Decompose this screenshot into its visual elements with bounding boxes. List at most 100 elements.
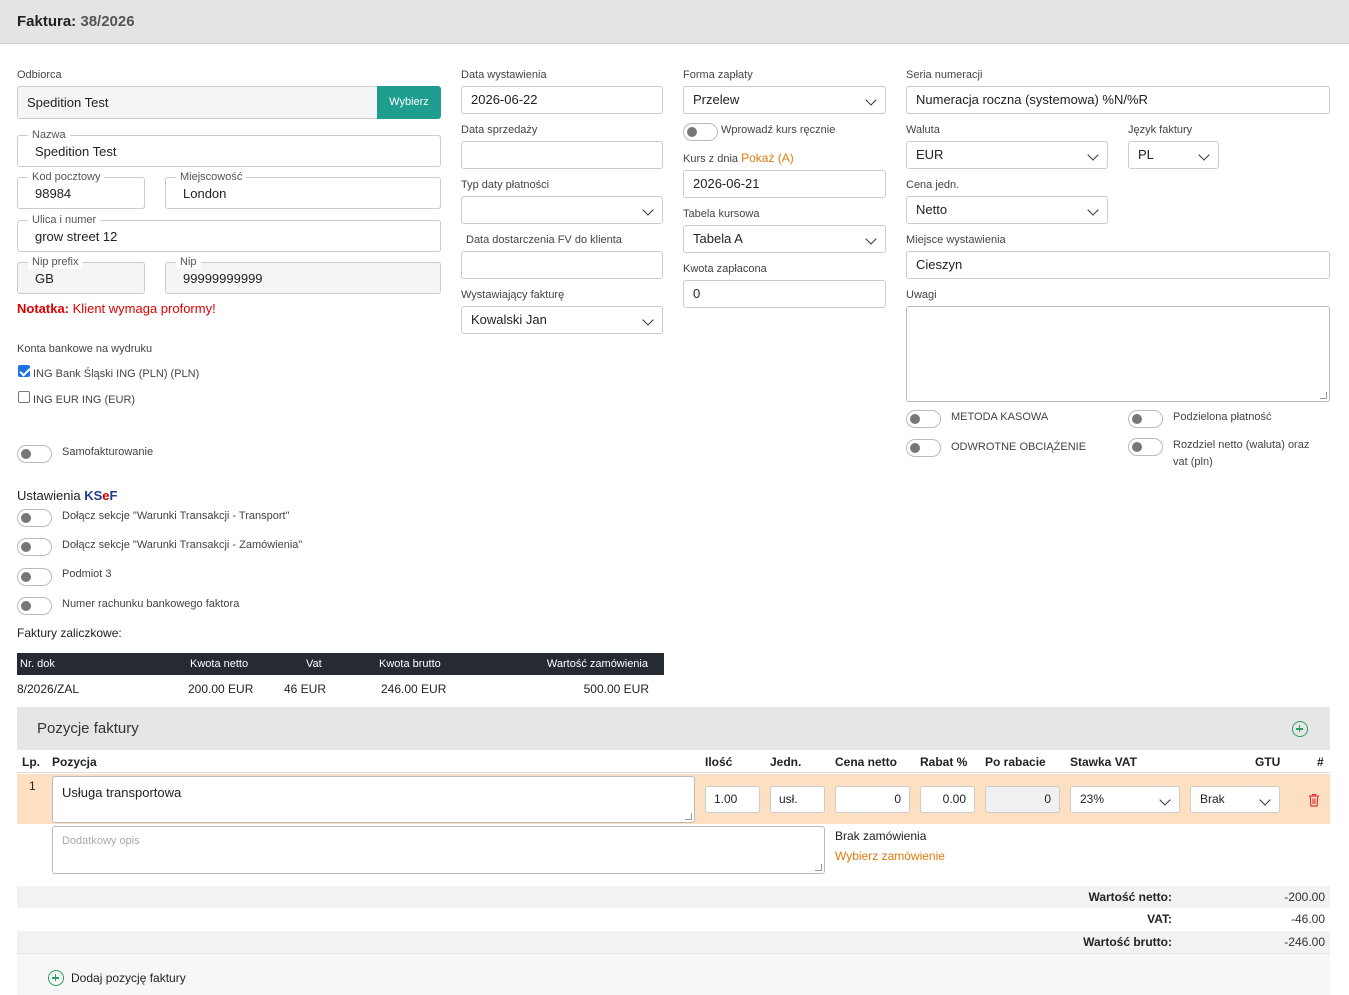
odwrotne-toggle[interactable] (906, 439, 941, 457)
data-dostarczenia-input[interactable] (461, 251, 663, 279)
tabela-kursowa-select[interactable]: Tabela A (683, 225, 886, 253)
nazwa-value: Spedition Test (35, 144, 117, 159)
typ-daty-select[interactable] (461, 196, 663, 224)
zaliczkowe-label: Faktury zaliczkowe: (17, 626, 122, 640)
nazwa-label: Nazwa (28, 128, 70, 142)
wybierz-button[interactable]: Wybierz (377, 86, 441, 119)
konta-checkbox-eur[interactable] (18, 391, 30, 403)
kurs-z-dnia: Kurs z dnia Pokaż (A) (683, 151, 794, 165)
seria-input[interactable]: Numeracja roczna (systemowa) %N/%R (906, 86, 1330, 114)
col-kwota-netto: Kwota netto (190, 658, 249, 670)
metoda-kasowa-toggle[interactable] (906, 410, 941, 428)
page-title: Faktura: 38/2026 (17, 13, 135, 30)
brak-zamowienia: Brak zamówienia (835, 829, 927, 843)
row-lp: 1 (29, 779, 36, 793)
miejsce-input[interactable]: Cieszyn (906, 251, 1330, 279)
kod-pocztowy-field[interactable]: Kod pocztowy 98984 (17, 170, 145, 209)
dodatkowy-opis-placeholder: Dodatkowy opis (62, 835, 140, 847)
typ-daty-label: Typ daty płatności (461, 179, 550, 191)
ksef-transport-toggle[interactable] (17, 509, 52, 527)
nip-field[interactable]: Nip 99999999999 (165, 255, 441, 294)
kwota-zaplacona-label: Kwota zapłacona (683, 263, 767, 275)
pozycje-header: Pozycje faktury (17, 707, 1330, 750)
waluta-label: Waluta (906, 124, 940, 136)
wystawiajacy-select[interactable]: Kowalski Jan (461, 306, 663, 334)
trash-icon[interactable] (1308, 793, 1320, 807)
col-pozycja: Pozycja (52, 755, 97, 769)
forma-zaplaty-select[interactable]: Przelew (683, 86, 886, 114)
pozycje-title: Pozycje faktury (37, 720, 139, 737)
cena-netto-input[interactable]: 0 (835, 786, 910, 813)
total-vat-value: -46.00 (1290, 912, 1325, 926)
rozdziel-toggle[interactable] (1128, 438, 1163, 456)
wystawiajacy-label: Wystawiający fakturę (461, 289, 565, 301)
cell-vat: 46 EUR (284, 682, 327, 696)
total-brutto-value: -246.00 (1284, 935, 1325, 949)
nazwa-field[interactable]: Nazwa Spedition Test (17, 128, 441, 167)
total-netto: Wartość netto: -200.00 (17, 886, 1330, 908)
samofakturowanie-toggle[interactable] (17, 445, 52, 463)
ksef-zamowienia-toggle[interactable] (17, 538, 52, 556)
col-po-rabacie: Po rabacie (985, 755, 1046, 769)
data-wystawienia-label: Data wystawienia (461, 69, 547, 81)
total-vat-label: VAT: (1147, 912, 1172, 926)
ksef-faktor-toggle[interactable] (17, 597, 52, 615)
data-wystawienia-input[interactable]: 2026-06-22 (461, 86, 663, 114)
pozycje-columns: Lp. Pozycja Ilość Jedn. Cena netto Rabat… (17, 751, 1330, 773)
resize-grip-icon (1320, 392, 1327, 399)
col-vat: Vat (306, 658, 322, 670)
total-vat: VAT: -46.00 (17, 908, 1330, 930)
waluta-select[interactable]: EUR (906, 141, 1108, 169)
chevron-down-icon (1259, 794, 1271, 806)
total-netto-label: Wartość netto: (1088, 890, 1172, 904)
pozycja-value: Usługa transportowa (62, 785, 182, 800)
nip-prefix-value: GB (35, 271, 54, 286)
ilosc-input[interactable]: 1.00 (705, 786, 760, 813)
wybierz-zamowienie-link[interactable]: Wybierz zamówienie (835, 849, 945, 863)
add-position-bar: Dodaj pozycję faktury (17, 953, 1330, 995)
ksef-podmiot3-toggle[interactable] (17, 568, 52, 586)
konta-label-eur: ING EUR ING (EUR) (33, 394, 136, 406)
data-sprzedazy-input[interactable] (461, 141, 663, 169)
cell-kwota-netto: 200.00 EUR (188, 682, 254, 696)
add-position-icon[interactable] (1292, 721, 1308, 737)
chevron-down-icon (1087, 149, 1099, 161)
pozycja-textarea[interactable]: Usługa transportowa (52, 776, 695, 823)
cena-jedn-select[interactable]: Netto (906, 196, 1108, 224)
add-icon[interactable] (48, 970, 64, 986)
tabela-kursowa-label: Tabela kursowa (683, 208, 760, 220)
ksef-faktor-label: Numer rachunku bankowego faktora (62, 598, 240, 610)
rozdziel-label-1: Rozdziel netto (waluta) oraz (1173, 439, 1310, 451)
jezyk-select[interactable]: PL (1128, 141, 1219, 169)
chevron-down-icon (1198, 149, 1210, 161)
col-cena-netto: Cena netto (835, 755, 898, 769)
podzielona-toggle[interactable] (1128, 410, 1163, 428)
dodaj-pozycje-button[interactable]: Dodaj pozycję faktury (71, 971, 186, 985)
stawka-vat-select[interactable]: 23% (1070, 786, 1180, 813)
odbiorca-input[interactable]: Spedition Test (17, 86, 379, 119)
dodatkowy-opis-textarea[interactable]: Dodatkowy opis (52, 826, 825, 874)
konta-checkbox-pln[interactable] (18, 365, 30, 377)
seria-label: Seria numeracji (906, 69, 983, 81)
kod-pocztowy-value: 98984 (35, 186, 72, 201)
rabat-input[interactable]: 0.00 (920, 786, 975, 813)
notatka-text: Klient wymaga proformy! (72, 301, 216, 316)
cell-nr-dok: 8/2026/ZAL (17, 682, 80, 696)
uwagi-textarea[interactable] (906, 306, 1330, 402)
kurs-date-input[interactable]: 2026-06-21 (683, 170, 886, 198)
kwota-zaplacona-input[interactable]: 0 (683, 280, 886, 308)
konta-label: Konta bankowe na wydruku (17, 343, 153, 355)
nip-value: 99999999999 (183, 271, 263, 286)
kurs-reczny-toggle[interactable] (683, 123, 718, 141)
gtu-select[interactable]: Brak (1190, 786, 1280, 813)
col-ilosc: Ilość (705, 755, 733, 769)
pokaz-link[interactable]: Pokaż (A) (741, 151, 794, 165)
data-dostarczenia-label: Data dostarczenia FV do klienta (466, 234, 622, 246)
miejscowosc-field[interactable]: Miejscowość London (165, 170, 441, 209)
nip-prefix-field[interactable]: Nip prefix GB (17, 255, 145, 294)
col-gtu: GTU (1255, 755, 1281, 769)
col-hash: # (1317, 755, 1324, 769)
jedn-input[interactable]: usł. (770, 786, 825, 813)
cena-jedn-label: Cena jedn. (906, 179, 960, 191)
ulica-field[interactable]: Ulica i numer grow street 12 (17, 213, 441, 252)
